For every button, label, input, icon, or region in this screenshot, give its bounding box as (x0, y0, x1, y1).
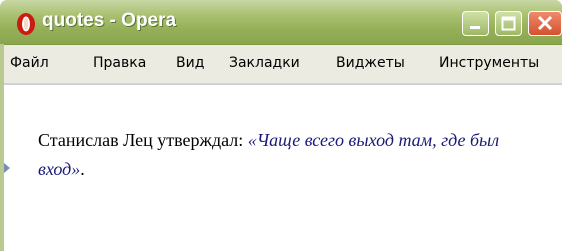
quote-paragraph: Станислав Лец утверждал: «Чаще всего вых… (38, 126, 538, 184)
focus-marker-icon (4, 163, 10, 173)
title-bar[interactable]: quotes - Opera (0, 0, 562, 45)
menu-item-widgets[interactable]: Виджеты (336, 55, 405, 71)
menu-item-view[interactable]: Вид (176, 55, 204, 71)
menu-item-file[interactable]: Файл (10, 55, 49, 71)
window-title: quotes - Opera (42, 10, 177, 31)
page-content: Станислав Лец утверждал: «Чаще всего вых… (4, 84, 562, 251)
minimize-icon (470, 26, 480, 29)
maximize-icon (501, 16, 516, 31)
menu-item-tools[interactable]: Инструменты (439, 55, 539, 71)
menu-bar: Файл Правка Вид Закладки Виджеты Инструм… (4, 45, 562, 84)
close-button[interactable] (528, 11, 562, 36)
menu-item-bookmarks[interactable]: Закладки (229, 55, 300, 71)
quote-lead: Станислав Лец утверждал: (38, 130, 248, 150)
menu-item-edit[interactable]: Правка (93, 55, 146, 71)
close-icon (537, 15, 553, 31)
minimize-button[interactable] (462, 11, 489, 36)
quote-tail: . (80, 159, 85, 179)
browser-window: quotes - Opera Файл Правка Вид Закладки … (0, 0, 562, 251)
opera-logo-icon (17, 13, 35, 35)
maximize-button[interactable] (495, 11, 522, 36)
